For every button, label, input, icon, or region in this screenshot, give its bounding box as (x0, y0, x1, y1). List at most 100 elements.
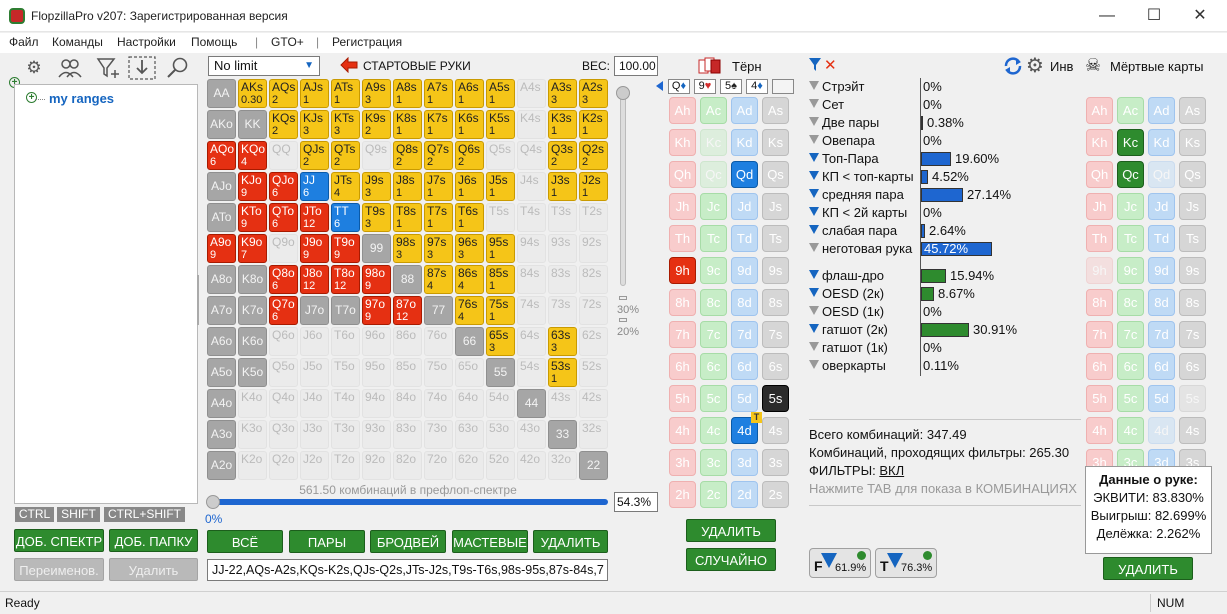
board-card-6s[interactable]: 6s (762, 353, 789, 380)
minimize-button[interactable]: — (1087, 4, 1127, 28)
add-folder-button[interactable]: ДОБ. ПАПКУ (109, 529, 198, 552)
hand-cell-95o[interactable]: 95o (362, 358, 391, 387)
hand-cell-76o[interactable]: 76o (424, 327, 453, 356)
board-card-Tc[interactable]: Tc (700, 225, 727, 252)
hand-cell-84o[interactable]: 84o (393, 389, 422, 418)
hand-cell-J2o[interactable]: J2o (300, 451, 329, 480)
refresh-icon[interactable] (1003, 56, 1023, 76)
dead-card-Ac[interactable]: Ac (1117, 97, 1144, 124)
hand-cell-A3s[interactable]: A3s 3 (548, 79, 577, 108)
hand-cell-A2s[interactable]: A2s 3 (579, 79, 608, 108)
dead-card-Kh[interactable]: Kh (1086, 129, 1113, 156)
hand-cell-65o[interactable]: 65o (455, 358, 484, 387)
range-slider-thumb[interactable] (206, 495, 220, 509)
hand-cell-K9o[interactable]: K9o 7 (238, 234, 267, 263)
board-card-Jd[interactable]: Jd (731, 193, 758, 220)
shift-key-button[interactable]: SHIFT (57, 507, 100, 522)
board-random-button[interactable]: СЛУЧАЙНО (686, 548, 776, 571)
hand-cell-73o[interactable]: 73o (424, 420, 453, 449)
stat-row[interactable]: Овепара 0% (808, 132, 1088, 150)
dead-card-8d[interactable]: 8d (1148, 289, 1175, 316)
dead-card-Td[interactable]: Td (1148, 225, 1175, 252)
hand-cell-AKo[interactable]: AKo (207, 110, 236, 139)
hand-cell-63o[interactable]: 63o (455, 420, 484, 449)
board-card-3h[interactable]: 3h (669, 449, 696, 476)
hand-cell-A9s[interactable]: A9s 3 (362, 79, 391, 108)
dead-card-5h[interactable]: 5h (1086, 385, 1113, 412)
dead-card-4d[interactable]: 4d (1148, 417, 1175, 444)
hand-cell-T5o[interactable]: T5o (331, 358, 360, 387)
dead-card-5s[interactable]: 5s (1179, 385, 1206, 412)
hand-cell-T7o[interactable]: T7o (331, 296, 360, 325)
hand-cell-A5s[interactable]: A5s 1 (486, 79, 515, 108)
hand-cell-K3o[interactable]: K3o (238, 420, 267, 449)
dead-card-Jh[interactable]: Jh (1086, 193, 1113, 220)
hand-cell-A8s[interactable]: A8s 1 (393, 79, 422, 108)
board-slot-2[interactable]: 9♥ (694, 79, 716, 94)
hand-cell-95s[interactable]: 95s 1 (486, 234, 515, 263)
board-card-2s[interactable]: 2s (762, 481, 789, 508)
board-card-2h[interactable]: 2h (669, 481, 696, 508)
filter-funnel-icon[interactable] (809, 270, 819, 279)
dead-card-Th[interactable]: Th (1086, 225, 1113, 252)
dead-card-Qd[interactable]: Qd (1148, 161, 1175, 188)
board-card-6c[interactable]: 6c (700, 353, 727, 380)
stat-row[interactable]: Сет 0% (808, 96, 1088, 114)
dead-card-4s[interactable]: 4s (1179, 417, 1206, 444)
clear-range-button[interactable]: УДАЛИТЬ (533, 530, 608, 553)
board-slot-5[interactable] (772, 79, 794, 94)
board-card-Js[interactable]: Js (762, 193, 789, 220)
hand-cell-K8o[interactable]: K8o (238, 265, 267, 294)
hand-cell-KJs[interactable]: KJs 3 (300, 110, 329, 139)
filter-funnel-icon[interactable] (809, 342, 819, 351)
hand-cell-K6s[interactable]: K6s 1 (455, 110, 484, 139)
tree-scrollbar[interactable] (197, 275, 199, 325)
board-card-Qc[interactable]: Qc (700, 161, 727, 188)
board-card-Ks[interactable]: Ks (762, 129, 789, 156)
dead-card-7s[interactable]: 7s (1179, 321, 1206, 348)
dead-card-4c[interactable]: 4c (1117, 417, 1144, 444)
hand-cell-74o[interactable]: 74o (424, 389, 453, 418)
board-card-Ah[interactable]: Ah (669, 97, 696, 124)
board-delete-button[interactable]: УДАЛИТЬ (686, 519, 776, 542)
hand-cell-K5o[interactable]: K5o (238, 358, 267, 387)
hand-cell-TT[interactable]: TT 6 (331, 203, 360, 232)
board-card-6d[interactable]: 6d (731, 353, 758, 380)
board-card-6h[interactable]: 6h (669, 353, 696, 380)
filter-funnel-icon[interactable] (809, 153, 819, 162)
hand-cell-K6o[interactable]: K6o (238, 327, 267, 356)
hand-cell-Q5o[interactable]: Q5o (269, 358, 298, 387)
dead-card-Tc[interactable]: Tc (1117, 225, 1144, 252)
dead-card-Qs[interactable]: Qs (1179, 161, 1206, 188)
hand-cell-Q3s[interactable]: Q3s 2 (548, 141, 577, 170)
board-card-9h[interactable]: 9h (669, 257, 696, 284)
filter-funnel-icon[interactable] (809, 171, 819, 180)
hand-cell-J9o[interactable]: J9o 9 (300, 234, 329, 263)
board-card-Th[interactable]: Th (669, 225, 696, 252)
filters-toggle-link[interactable]: ВКЛ (879, 463, 904, 478)
hand-cell-QTs[interactable]: QTs 2 (331, 141, 360, 170)
hand-cell-52o[interactable]: 52o (486, 451, 515, 480)
stat-row[interactable]: оверкарты 0.11% (808, 357, 1088, 375)
hand-cell-75o[interactable]: 75o (424, 358, 453, 387)
board-card-9c[interactable]: 9c (700, 257, 727, 284)
board-card-2d[interactable]: 2d (731, 481, 758, 508)
hand-cell-A7s[interactable]: A7s 1 (424, 79, 453, 108)
dead-card-9h[interactable]: 9h (1086, 257, 1113, 284)
board-card-4c[interactable]: 4c (700, 417, 727, 444)
dead-card-6s[interactable]: 6s (1179, 353, 1206, 380)
hand-cell-K7o[interactable]: K7o (238, 296, 267, 325)
board-card-Ts[interactable]: Ts (762, 225, 789, 252)
hand-cell-K4s[interactable]: K4s (517, 110, 546, 139)
stat-row[interactable]: флаш-дро 15.94% (808, 267, 1088, 285)
filter-funnel-icon[interactable] (809, 207, 819, 216)
hand-cell-73s[interactable]: 73s (548, 296, 577, 325)
menu-file[interactable]: Файл (9, 35, 39, 49)
hand-cell-J9s[interactable]: J9s 3 (362, 172, 391, 201)
dead-card-Jd[interactable]: Jd (1148, 193, 1175, 220)
board-card-Ad[interactable]: Ad (731, 97, 758, 124)
hand-cell-T7s[interactable]: T7s 1 (424, 203, 453, 232)
board-card-8s[interactable]: 8s (762, 289, 789, 316)
board-card-8h[interactable]: 8h (669, 289, 696, 316)
board-card-3s[interactable]: 3s (762, 449, 789, 476)
